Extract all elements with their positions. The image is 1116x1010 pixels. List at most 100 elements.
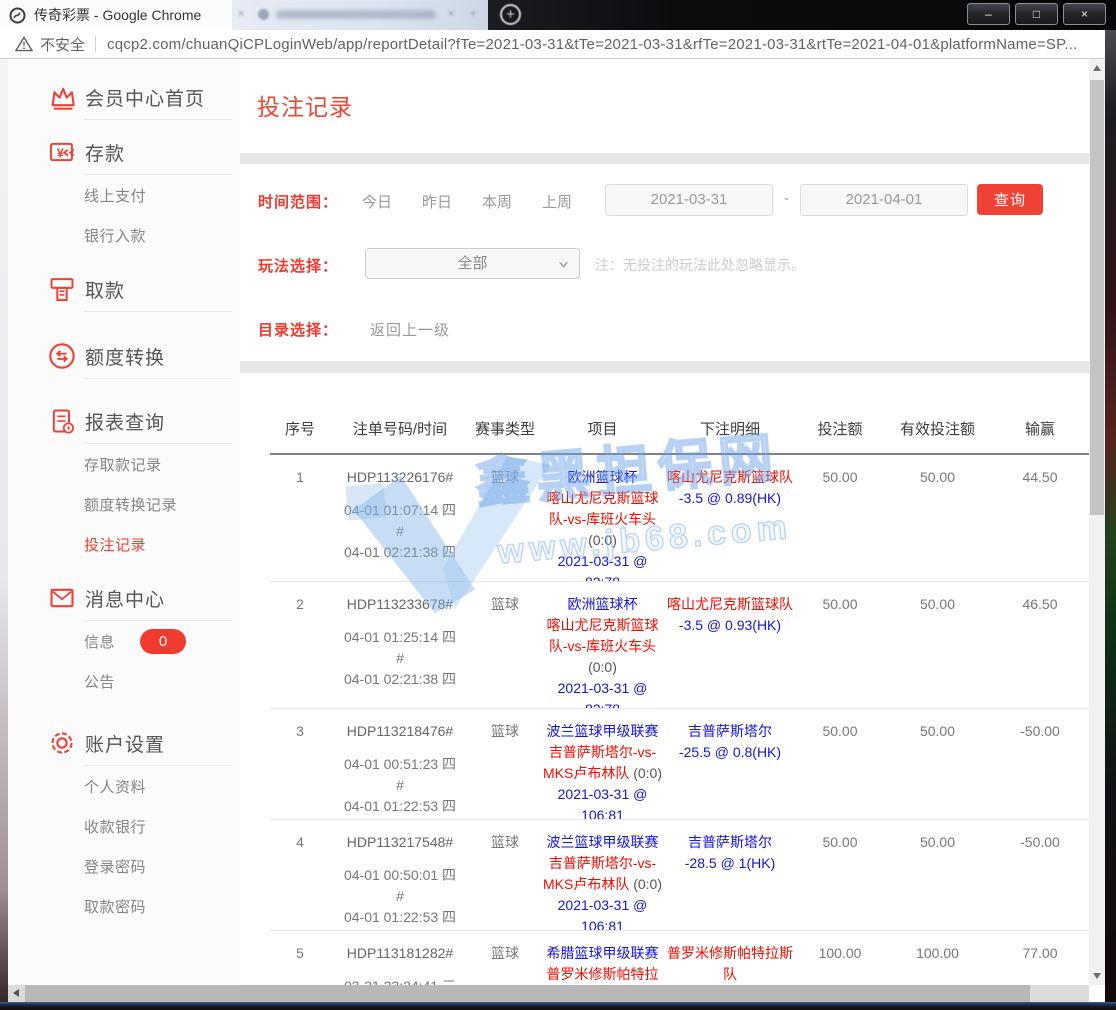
match-teams: 喀山尤尼克斯篮球队-vs-库班火车头 (0:0) (540, 488, 665, 551)
vertical-scrollbar[interactable] (1089, 59, 1105, 985)
maximize-button[interactable]: □ (1015, 3, 1058, 25)
sidebar-item-取款[interactable]: 取款 (8, 271, 240, 307)
sidebar-subitem-label: 取款密码 (84, 896, 146, 917)
sidebar-subitem-登录密码[interactable]: 登录密码 (8, 846, 240, 886)
sidebar-item-label: 存款 (85, 139, 125, 166)
order-time-line: # (330, 775, 470, 796)
sidebar-item-label: 账户设置 (85, 730, 165, 757)
quick-link-上周[interactable]: 上周 (542, 191, 572, 212)
sidebar-subitem-线上支付[interactable]: 线上支付 (8, 175, 240, 215)
quick-link-今日[interactable]: 今日 (362, 191, 392, 212)
sidebar-section: 消息中心信息0公告 (8, 580, 240, 701)
sidebar-item-额度转换[interactable]: 额度转换 (8, 338, 240, 374)
match-date-result: 2021-03-31 @ 106:81 (540, 895, 665, 931)
cell-bet-detail: 吉普萨斯塔尔-28.5 @ 1(HK) (665, 832, 795, 931)
table-row: 3HDP113218476#04-01 00:51:23 四#04-01 01:… (270, 709, 1089, 820)
page-content: 会员中心首页¥存款线上支付银行入款取款额度转换报表查询存取款记录额度转换记录投注… (8, 59, 1089, 985)
sidebar-item-label: 消息中心 (85, 585, 165, 612)
sidebar-divider (84, 119, 232, 120)
match-score: (0:0) (588, 659, 617, 675)
sidebar-subitem-存取款记录[interactable]: 存取款记录 (8, 444, 240, 484)
url-text[interactable]: cqcp2.com/chuanQiCPLoginWeb/app/reportDe… (107, 36, 1077, 53)
directory-label: 目录选择： (258, 319, 338, 340)
horizontal-scrollbar[interactable] (8, 985, 1089, 1002)
table-header-cell: 投注额 (795, 418, 885, 439)
match-teams: 吉普萨斯塔尔-vs-MKS卢布林队 (0:0) (540, 853, 665, 895)
table-header-cell: 赛事类型 (470, 418, 540, 439)
sidebar-subitem-label: 投注记录 (84, 534, 146, 555)
sidebar-subitem-取款密码[interactable]: 取款密码 (8, 886, 240, 926)
sidebar-subitem-label: 存取款记录 (84, 454, 162, 475)
window-border-left (0, 59, 8, 1002)
match-teams: 普罗米修斯帕特拉斯队-vs-阿里斯 (0:0) (540, 964, 665, 985)
cell-sport-type: 篮球 (470, 467, 540, 582)
sidebar-subitem-收款银行[interactable]: 收款银行 (8, 806, 240, 846)
sidebar-item-报表查询[interactable]: 报表查询 (8, 403, 240, 439)
withdraw-icon (48, 275, 76, 303)
table-header-cell: 下注明细 (665, 418, 795, 439)
date-to-input[interactable]: 2021-04-01 (800, 184, 968, 216)
scroll-left-icon[interactable] (13, 989, 19, 997)
quick-link-本周[interactable]: 本周 (482, 191, 512, 212)
sidebar-item-会员中心首页[interactable]: 会员中心首页 (8, 79, 240, 115)
main-content: 投注记录 时间范围： 今日昨日本周上周 2021-03-31 - 2021-04… (240, 59, 1089, 985)
horizontal-scrollbar-thumb[interactable] (25, 985, 1030, 1002)
sidebar-subitem-银行入款[interactable]: 银行入款 (8, 215, 240, 255)
sidebar-subitem-个人资料[interactable]: 个人资料 (8, 766, 240, 806)
cell-valid-bet-amount: 50.00 (885, 467, 990, 582)
scroll-up-icon[interactable] (1093, 65, 1101, 71)
bet-line-odds: -28.5 @ 1(HK) (665, 853, 795, 874)
ghost-plus-icon: + (470, 9, 480, 19)
search-button[interactable]: 查询 (977, 184, 1043, 215)
bet-team: 普罗米修斯帕特拉斯队 (665, 943, 795, 985)
sidebar-subitem-投注记录[interactable]: 投注记录 (8, 524, 240, 564)
match-score: (0:0) (629, 765, 662, 781)
background-window-tabs: × × + (232, 0, 488, 30)
cell-valid-bet-amount: 50.00 (885, 832, 990, 931)
sidebar-divider (84, 311, 232, 312)
play-type-value: 全部 (457, 255, 487, 272)
chevron-down-icon (557, 258, 570, 271)
sidebar-item-消息中心[interactable]: 消息中心 (8, 580, 240, 616)
order-id: HDP113181282# (330, 943, 470, 964)
scroll-down-icon[interactable] (1093, 973, 1101, 979)
sidebar-item-账户设置[interactable]: 账户设置 (8, 725, 240, 761)
report-icon (48, 407, 76, 435)
cell-match-item: 欧洲篮球杯喀山尤尼克斯篮球队-vs-库班火车头 (0:0)2021-03-31 … (540, 594, 665, 709)
sidebar-item-label: 取款 (85, 276, 125, 303)
cell-bet-detail: 普罗米修斯帕特拉斯队-5.5 @ 0.77(HK) (665, 943, 795, 985)
sidebar-subitem-额度转换记录[interactable]: 额度转换记录 (8, 484, 240, 524)
sidebar-subitem-信息[interactable]: 信息0 (8, 621, 240, 661)
minimize-button[interactable]: – (967, 3, 1010, 25)
date-from-input[interactable]: 2021-03-31 (605, 184, 773, 216)
order-time-line: 04-01 01:22:53 四 (330, 796, 470, 817)
cell-match-item: 波兰篮球甲级联赛吉普萨斯塔尔-vs-MKS卢布林队 (0:0)2021-03-3… (540, 721, 665, 820)
vertical-scrollbar-thumb[interactable] (1090, 80, 1104, 515)
back-up-level-link[interactable]: 返回上一级 (370, 319, 450, 340)
table-header-cell: 序号 (270, 418, 330, 439)
ghost-close-icon: × (238, 9, 248, 19)
match-league: 欧洲篮球杯 (540, 594, 665, 615)
order-time-line: 03-31 23:34:41 三 (330, 976, 470, 985)
address-bar[interactable]: 不安全 cqcp2.com/chuanQiCPLoginWeb/app/repo… (0, 30, 1105, 59)
cell-sport-type: 篮球 (470, 594, 540, 709)
sidebar-item-存款[interactable]: ¥存款 (8, 134, 240, 170)
table-row: 1HDP113226176#04-01 01:07:14 四#04-01 02:… (270, 455, 1089, 582)
sidebar-subitem-label: 银行入款 (84, 225, 146, 246)
quick-link-昨日[interactable]: 昨日 (422, 191, 452, 212)
close-button[interactable]: × (1063, 3, 1106, 25)
play-select-label: 玩法选择： (258, 255, 338, 276)
match-score: (0:0) (588, 532, 617, 548)
sidebar-subitem-公告[interactable]: 公告 (8, 661, 240, 701)
play-type-select[interactable]: 全部 (365, 248, 580, 279)
gear-icon (48, 729, 76, 757)
message-icon (48, 584, 76, 612)
sidebar-item-label: 报表查询 (85, 408, 165, 435)
match-teams-text: 喀山尤尼克斯篮球队-vs-库班火车头 (547, 617, 659, 654)
sidebar-section: ¥存款线上支付银行入款 (8, 134, 240, 255)
sidebar-section: 账户设置个人资料收款银行登录密码取款密码 (8, 725, 240, 926)
order-time-line: 04-01 01:25:14 四 (330, 627, 470, 648)
table-row: 5HDP113181282#03-31 23:34:41 三篮球希腊篮球甲级联赛… (270, 931, 1089, 985)
table-header-cell: 输赢 (990, 418, 1089, 439)
cell-win-loss: -50.00 (990, 832, 1089, 931)
